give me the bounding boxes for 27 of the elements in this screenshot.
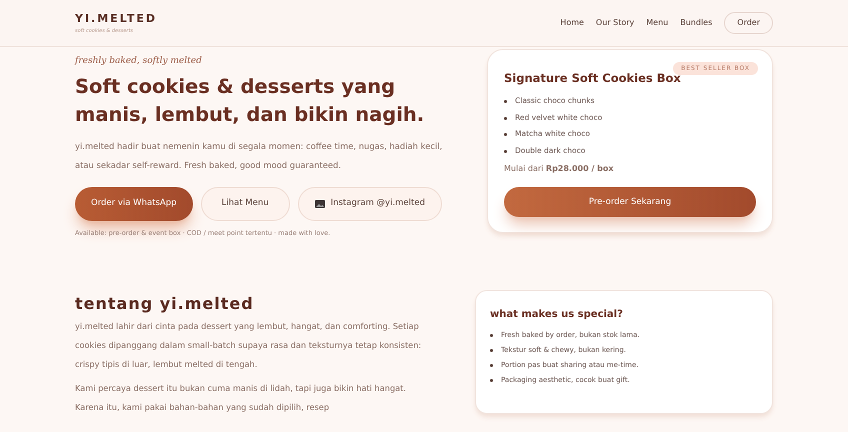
nav-link[interactable]: Menu [646,17,668,29]
brand-logo[interactable]: YI.MELTED [75,11,158,28]
hero-kicker: freshly baked, softly melted [75,55,203,68]
bullet-icon [490,334,493,338]
nav-link[interactable]: Our Story [596,17,634,29]
instagram-button[interactable]: Instagram @yi.melted [298,186,442,220]
hero-description: yi.melted hadir buat nemenin kamu di segala momen: coffee time, nugas, hadiah kecil, atau sekadar self-reward. Fresh baked, good mood guaranteed. [75,140,444,172]
about-title: tentang yi.melted [75,293,255,316]
menu-button[interactable]: Lihat Menu [200,186,290,220]
bullet-icon [504,100,507,103]
nav-link[interactable]: Home [560,17,584,29]
bullet-icon [504,116,507,120]
price-text: Mulai dari Rp28.000 / box [504,163,615,176]
bullet-icon [504,150,507,152]
hero-title: Soft cookies & desserts yang manis, lembut, dan bikin nagih. [75,74,426,128]
image-icon [314,200,325,208]
bullet-icon [490,349,493,352]
nav-link[interactable]: Bundles [680,17,712,29]
bullet-icon [504,133,507,136]
bullet-icon [490,364,493,368]
preorder-button[interactable]: Pre-order Sekarang [504,187,756,218]
about-paragraph: Kami percaya dessert itu bukan cuma manis di lidah, tapi juga bikin hati hangat. Karena itu, kami pakai bahan-bahan yang sudah dipilih, resep [75,382,407,414]
card-title: what makes us special? [490,308,624,322]
order-button[interactable]: Order [724,12,773,34]
whatsapp-button[interactable]: Order via WhatsApp [75,186,193,220]
bullet-icon [490,379,493,382]
about-paragraph: yi.melted lahir dari cinta pada dessert yang lembut, hangat, dan comforting. Setiap cookies dipanggang dalam small-batch supaya rasa dan teksturnya tetap konsisten: crispy tipis di luar, lembut melted di tengah. [75,320,422,372]
